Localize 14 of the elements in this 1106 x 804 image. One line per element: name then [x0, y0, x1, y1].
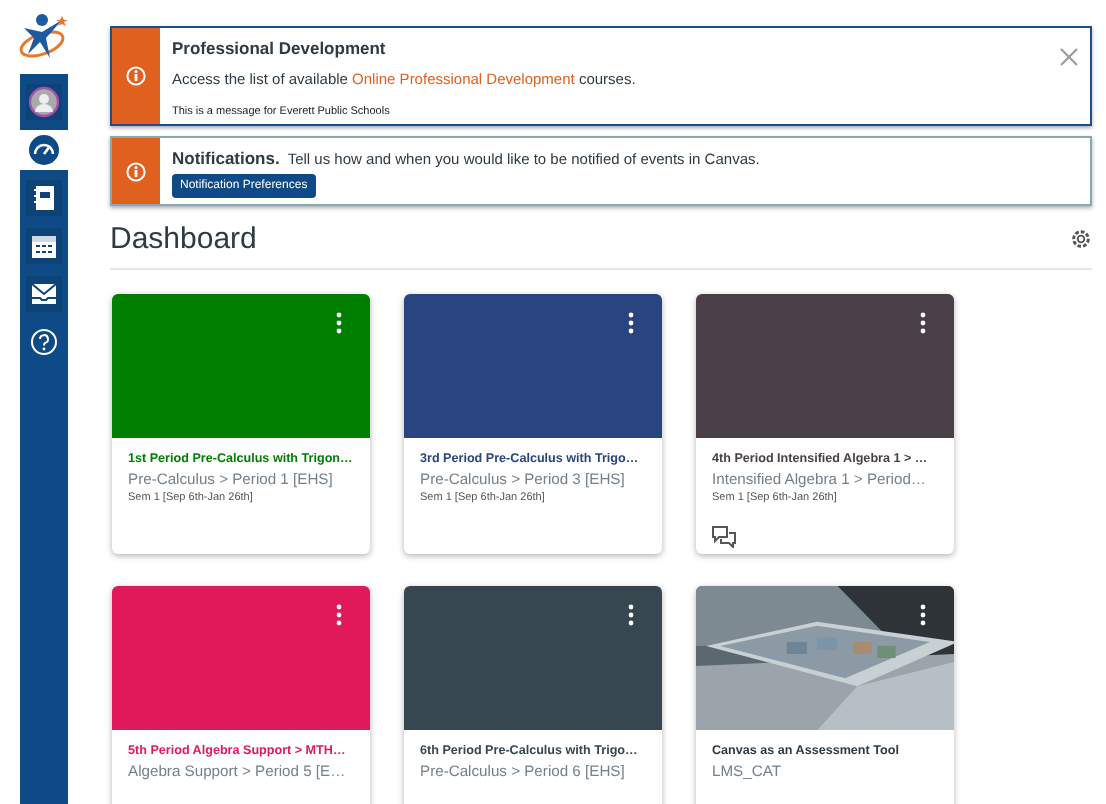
- help-icon[interactable]: [30, 328, 58, 356]
- discussion-icon[interactable]: [712, 526, 736, 548]
- close-icon[interactable]: [1060, 48, 1078, 66]
- info-icon: [126, 66, 146, 86]
- dashboard-icon[interactable]: [28, 134, 60, 166]
- banner-title: Professional Development: [172, 38, 388, 58]
- page-title: Dashboard: [110, 222, 257, 256]
- more-options-icon[interactable]: [628, 312, 634, 334]
- more-options-icon[interactable]: [920, 312, 926, 334]
- settings-icon[interactable]: [1070, 228, 1092, 250]
- more-options-icon[interactable]: [628, 604, 634, 626]
- more-options-icon[interactable]: [920, 604, 926, 626]
- banner-title: Notifications.: [172, 148, 280, 168]
- info-icon: [126, 161, 146, 181]
